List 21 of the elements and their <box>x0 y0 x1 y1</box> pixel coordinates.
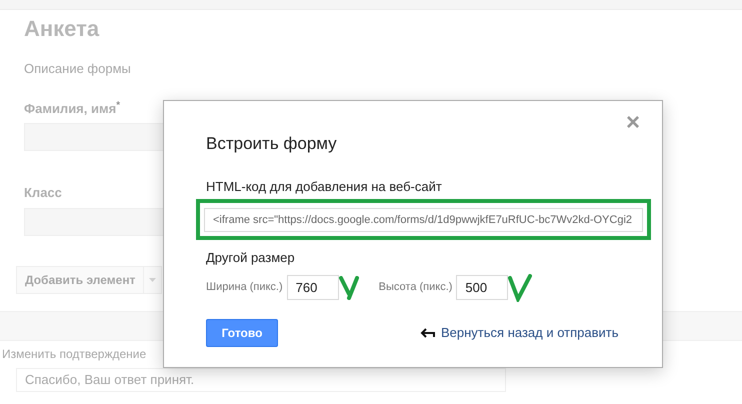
question-label: Класс <box>24 184 62 202</box>
form-title: Анкета <box>24 15 100 43</box>
height-field[interactable]: 500 <box>456 275 508 300</box>
confirmation-label: Изменить подтверждение <box>1 346 148 362</box>
width-field[interactable]: 760 <box>286 275 339 300</box>
width-label: Ширина (пикс.) <box>206 280 283 296</box>
confirmation-field[interactable]: Спасибо, Ваш ответ принят. <box>16 368 506 392</box>
caret-icon <box>149 278 156 282</box>
dropdown-button[interactable] <box>144 266 162 294</box>
back-arrow-icon <box>420 328 435 338</box>
code-label: HTML-код для добавления на веб-сайт <box>206 178 443 196</box>
size-heading: Другой размер <box>206 249 296 267</box>
embed-code-field[interactable]: <iframe src="https://docs.google.com/forms/d/1d9pwwjkfE7uRfUC-bc7Wv2kd-OYCgi2 <box>204 208 643 232</box>
done-button[interactable]: Готово <box>206 318 278 346</box>
check-mark-drawing <box>508 274 532 302</box>
height-label: Высота (пикс.) <box>378 280 452 296</box>
back-link[interactable]: Вернуться назад и отправить <box>441 322 619 342</box>
question-label: Фамилия, имя$^{*}$ <box>24 98 120 118</box>
check-mark-drawing <box>338 276 359 300</box>
description-field[interactable]: Описание формы <box>24 59 324 78</box>
dialog-title: Встроить форму <box>206 133 338 155</box>
